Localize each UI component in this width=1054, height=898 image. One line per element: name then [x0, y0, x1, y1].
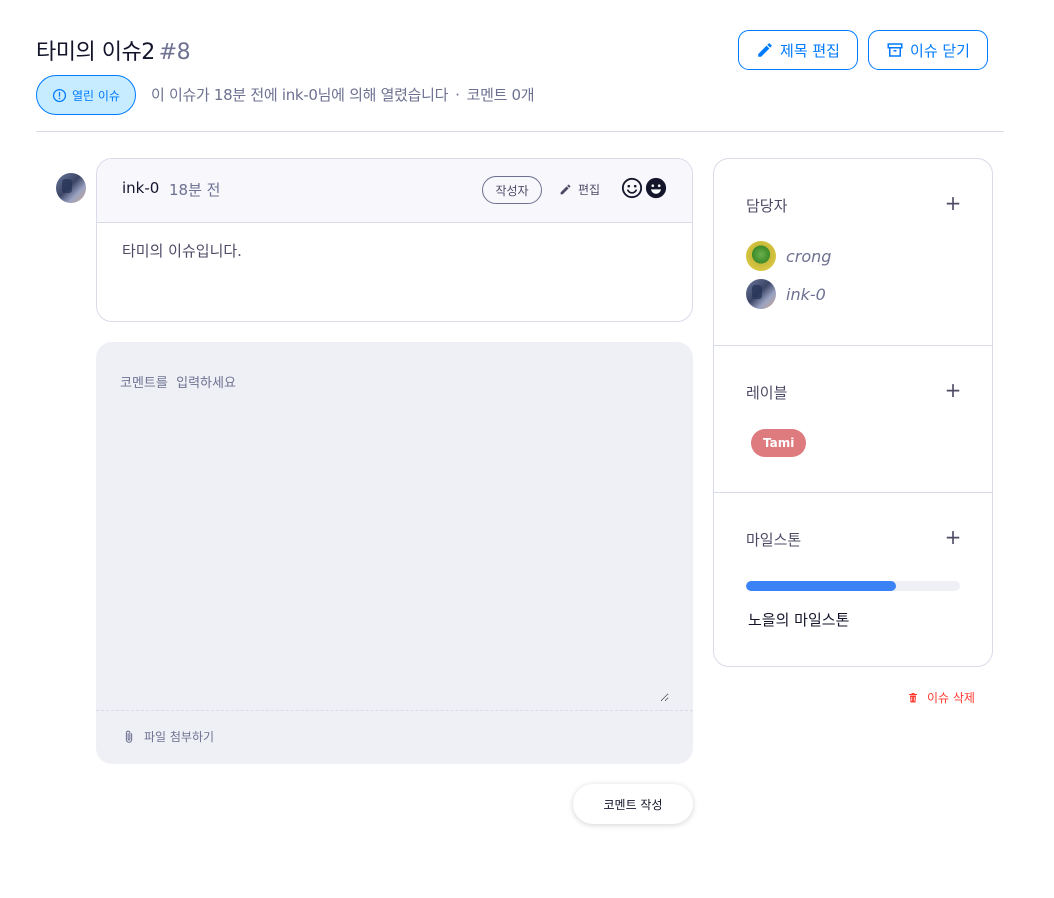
- comment-count: 코멘트 0개: [466, 86, 535, 104]
- add-assignee-button[interactable]: +: [943, 193, 963, 213]
- comment-time: 18분 전: [169, 181, 221, 199]
- comment-input[interactable]: [96, 342, 669, 702]
- assignee-name: crong: [786, 246, 832, 266]
- add-milestone-button[interactable]: +: [943, 527, 963, 547]
- compose-divider: [96, 710, 693, 711]
- grin-emoji-icon[interactable]: [645, 177, 667, 199]
- meta-separator: ·: [455, 86, 460, 104]
- issue-header: 타미의 이슈2 #8 제목 편집 이슈 닫기 열린 이슈 이 이슈가 18분 전에…: [36, 30, 1004, 132]
- smile-emoji-icon[interactable]: [621, 177, 643, 199]
- comment-author: ink-0: [122, 179, 160, 197]
- issue-sidebar: 담당자 + crong ink-0 레이블 + Tami 마일스톤 + 노을의 …: [713, 158, 993, 667]
- issue-title-text: 타미의 이슈2: [36, 40, 155, 65]
- edit-comment-button[interactable]: 편집: [559, 181, 600, 198]
- submit-comment-button[interactable]: 코멘트 작성: [573, 784, 693, 824]
- avatar: [746, 279, 776, 309]
- issue-meta: 이 이슈가 18분 전에 ink-0님에 의해 열렸습니다 · 코멘트 0개: [151, 84, 535, 105]
- attach-file-button[interactable]: 파일 첨부하기: [122, 728, 214, 745]
- status-label: 열린 이슈: [72, 88, 120, 103]
- milestone-progress-fill: [746, 581, 896, 591]
- milestone-name: 노을의 마일스톤: [748, 611, 850, 629]
- assignees-section: 담당자 + crong ink-0: [714, 159, 992, 346]
- trash-icon: [909, 692, 917, 702]
- add-label-button[interactable]: +: [943, 380, 963, 400]
- alert-circle-icon: [52, 88, 67, 102]
- issue-title: 타미의 이슈2 #8: [36, 34, 191, 66]
- pencil-icon: [560, 184, 571, 195]
- labels-title: 레이블: [746, 384, 788, 402]
- archive-icon: [887, 43, 903, 57]
- assignee-item: crong: [746, 241, 831, 271]
- edit-title-label: 제목 편집: [780, 41, 840, 60]
- close-issue-button[interactable]: 이슈 닫기: [868, 30, 988, 70]
- assignees-title: 담당자: [746, 197, 788, 215]
- comment-card: ink-0 18분 전 작성자 편집 타미의 이슈입니다.: [96, 158, 693, 322]
- labels-section: 레이블 + Tami: [714, 346, 992, 493]
- status-badge: 열린 이슈: [36, 75, 136, 115]
- label-chip: Tami: [751, 429, 807, 457]
- author-tag: 작성자: [482, 176, 542, 204]
- milestone-section: 마일스톤 + 노을의 마일스톤: [714, 493, 992, 666]
- assignee-name: ink-0: [786, 284, 826, 304]
- comment-compose: 파일 첨부하기: [96, 342, 693, 764]
- comment-header: ink-0 18분 전 작성자 편집: [97, 159, 692, 223]
- comment-author-avatar: [56, 173, 86, 203]
- assignee-item: ink-0: [746, 279, 826, 309]
- milestone-title: 마일스톤: [746, 531, 802, 549]
- edit-title-button[interactable]: 제목 편집: [738, 30, 858, 70]
- issue-meta-text: 이 이슈가 18분 전에 ink-0님에 의해 열렸습니다: [151, 86, 449, 104]
- delete-issue-button[interactable]: 이슈 삭제: [907, 689, 975, 706]
- edit-comment-label: 편집: [578, 183, 601, 197]
- delete-issue-label: 이슈 삭제: [927, 691, 975, 705]
- milestone-progress-bar: [746, 581, 960, 591]
- issue-number: #8: [158, 40, 191, 65]
- paperclip-icon: [125, 730, 133, 743]
- close-issue-label: 이슈 닫기: [910, 41, 970, 60]
- avatar: [746, 241, 776, 271]
- attach-file-label: 파일 첨부하기: [144, 730, 215, 744]
- comment-body: 타미의 이슈입니다.: [122, 242, 242, 260]
- pencil-icon: [758, 43, 772, 57]
